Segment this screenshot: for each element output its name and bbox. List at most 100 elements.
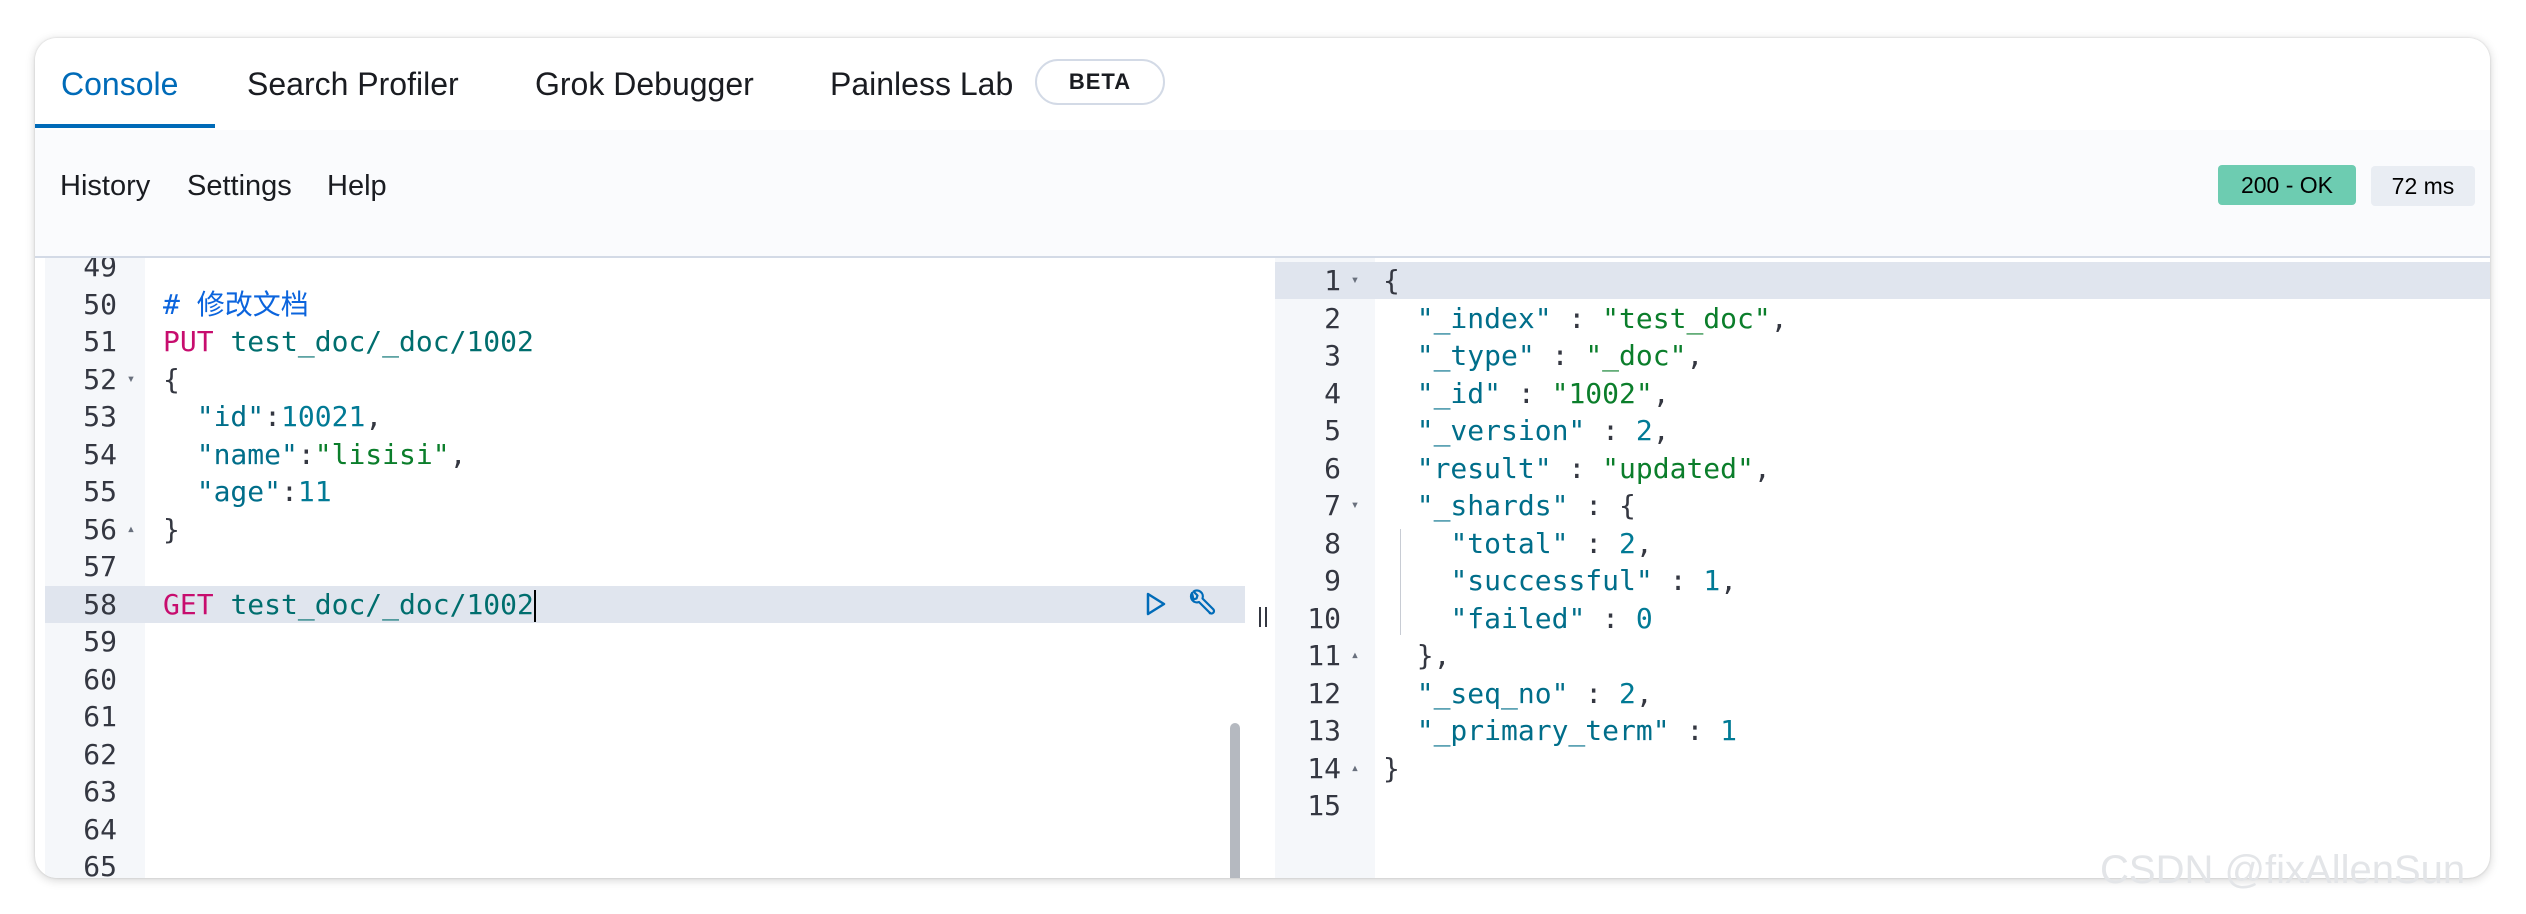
response-line: 2 "_index" : "test_doc", bbox=[1275, 300, 2490, 337]
code-text: # 修改文档 bbox=[163, 286, 309, 323]
request-editor[interactable]: 49 50 # 修改文档 51 PUT test_doc/_doc/1002 52 ▾ {53… bbox=[45, 258, 1245, 878]
response-line: 9 "successful" : 1, bbox=[1275, 562, 2490, 599]
response-line: 1 ▾ { bbox=[1275, 262, 2490, 299]
punctuation: }, bbox=[1416, 639, 1451, 672]
code-text: } bbox=[163, 511, 180, 548]
line-number: 10 bbox=[1307, 601, 1341, 635]
request-line: 49 bbox=[45, 258, 1245, 285]
tab-search-profiler[interactable]: Search Profiler bbox=[247, 38, 459, 130]
settings-link[interactable]: Settings bbox=[187, 168, 292, 204]
code-text: "result" : "updated", bbox=[1383, 450, 1771, 487]
history-link[interactable]: History bbox=[60, 168, 150, 204]
json-key: "_type" bbox=[1416, 339, 1535, 372]
drag-handle-icon[interactable] bbox=[1258, 605, 1268, 635]
json-number: 2 bbox=[1619, 526, 1636, 560]
play-icon[interactable] bbox=[1145, 591, 1167, 622]
json-string: "_doc" bbox=[1585, 339, 1687, 372]
line-number: 54 bbox=[83, 437, 117, 471]
response-line: 5 "_version" : 2, bbox=[1275, 412, 2490, 449]
console-menubar bbox=[35, 130, 2490, 258]
json-key: "name" bbox=[196, 437, 298, 471]
dev-tools-tabbar: Console Search Profiler Grok Debugger Pa… bbox=[35, 38, 2490, 132]
json-key: "_version" bbox=[1416, 414, 1586, 447]
help-link[interactable]: Help bbox=[327, 168, 387, 204]
indent-guide bbox=[1400, 528, 1401, 635]
line-number: 12 bbox=[1307, 676, 1341, 710]
punctuation: , bbox=[1753, 451, 1771, 485]
line-number: 61 bbox=[83, 700, 117, 733]
request-url: test_doc/_doc/1002 bbox=[230, 587, 534, 621]
request-editor-scrollbar[interactable] bbox=[1230, 723, 1240, 878]
json-key: "result" bbox=[1416, 451, 1552, 485]
wrench-icon[interactable] bbox=[1185, 588, 1217, 625]
console-app: Console Search Profiler Grok Debugger Pa… bbox=[35, 38, 2490, 878]
punctuation: } bbox=[1383, 751, 1400, 785]
json-key: "_seq_no" bbox=[1416, 676, 1569, 710]
punctuation: } bbox=[163, 512, 180, 546]
request-line: 62 bbox=[45, 736, 1245, 773]
line-number: 62 bbox=[83, 737, 117, 771]
code-text: } bbox=[1383, 750, 1400, 787]
request-line: 65 bbox=[45, 848, 1245, 878]
response-editor: 1 ▾{2 "_index" : "test_doc", 3 "_type" : "… bbox=[1275, 258, 2490, 878]
line-number: 53 bbox=[83, 400, 117, 433]
request-time-badge: 72 ms bbox=[2371, 166, 2475, 206]
tab-console[interactable]: Console bbox=[61, 38, 178, 130]
request-line: 58 GET test_doc/_doc/1002 bbox=[45, 585, 1245, 623]
punctuation: : bbox=[1568, 526, 1620, 560]
line-number: 15 bbox=[1307, 789, 1341, 822]
punctuation: , bbox=[365, 400, 383, 433]
code-text: "_id" : "1002", bbox=[1383, 375, 1670, 412]
json-key: "_shards" bbox=[1416, 489, 1569, 522]
code-text: "age":11 bbox=[163, 473, 332, 510]
fold-open-icon[interactable]: ▾ bbox=[123, 361, 139, 398]
request-line: 59 bbox=[45, 623, 1245, 660]
punctuation: , bbox=[1652, 376, 1670, 410]
fold-close-icon[interactable]: ▴ bbox=[1347, 750, 1363, 787]
line-number: 9 bbox=[1324, 564, 1341, 597]
punctuation: , bbox=[449, 437, 467, 471]
code-text: "_index" : "test_doc", bbox=[1383, 300, 1788, 337]
response-line: 15 bbox=[1275, 787, 2490, 824]
punctuation: : bbox=[1534, 339, 1586, 372]
editor-splitter[interactable] bbox=[1248, 258, 1272, 878]
line-number: 50 bbox=[83, 287, 117, 321]
punctuation: , bbox=[1635, 676, 1653, 710]
punctuation: : bbox=[1585, 414, 1636, 447]
request-line: 60 bbox=[45, 661, 1245, 698]
status-badge: 200 - OK bbox=[2218, 165, 2356, 205]
punctuation: : bbox=[1501, 376, 1552, 410]
code-text: { bbox=[1383, 262, 1400, 299]
response-line: 12 "_seq_no" : 2, bbox=[1275, 675, 2490, 712]
tab-painless-lab[interactable]: Painless Lab bbox=[830, 38, 1013, 130]
json-key: "_index" bbox=[1416, 301, 1552, 335]
fold-open-icon[interactable]: ▾ bbox=[1347, 487, 1363, 524]
line-number: 6 bbox=[1324, 451, 1341, 485]
response-line: 3 "_type" : "_doc", bbox=[1275, 337, 2490, 374]
fold-open-icon[interactable]: ▾ bbox=[1347, 262, 1363, 299]
line-number: 56 bbox=[83, 512, 117, 546]
line-number: 65 bbox=[83, 850, 117, 878]
tab-grok-debugger[interactable]: Grok Debugger bbox=[535, 38, 754, 130]
line-number: 64 bbox=[83, 812, 117, 846]
line-number: 59 bbox=[83, 625, 117, 658]
line-number: 7 bbox=[1324, 489, 1341, 522]
punctuation: : bbox=[1669, 714, 1721, 747]
fold-close-icon[interactable]: ▴ bbox=[1347, 637, 1363, 674]
punctuation: , bbox=[1720, 564, 1738, 597]
punctuation: : bbox=[1551, 451, 1603, 485]
json-key: "failed" bbox=[1450, 601, 1586, 635]
json-key: "age" bbox=[196, 475, 282, 508]
request-line: 55 "age":11 bbox=[45, 473, 1245, 510]
comment-token: # 修改文档 bbox=[163, 287, 309, 321]
punctuation: : bbox=[1652, 564, 1704, 597]
fold-close-icon[interactable]: ▴ bbox=[123, 511, 139, 548]
line-number: 11 bbox=[1307, 639, 1341, 672]
request-line: 52 ▾ { bbox=[45, 361, 1245, 398]
code-text: "_type" : "_doc", bbox=[1383, 337, 1704, 374]
line-number: 58 bbox=[83, 587, 117, 621]
response-line: 11 ▴ }, bbox=[1275, 637, 2490, 674]
request-line: 51 PUT test_doc/_doc/1002 bbox=[45, 323, 1245, 360]
punctuation: , bbox=[1652, 414, 1670, 447]
response-line: 10 "failed" : 0 bbox=[1275, 600, 2490, 637]
